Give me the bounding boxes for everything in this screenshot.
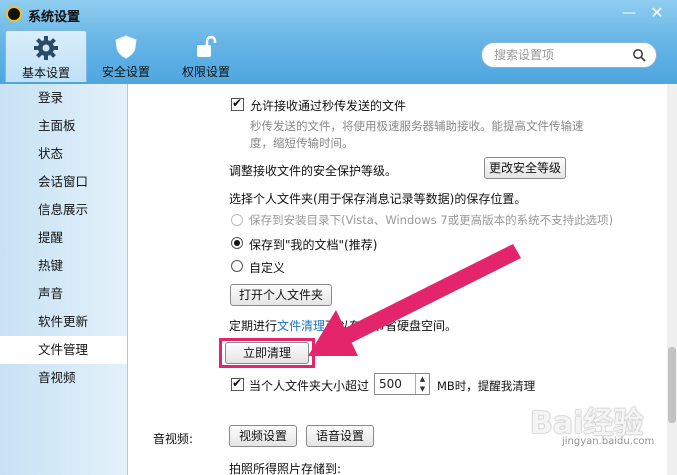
sidebar-item-status[interactable]: 状态 [0, 140, 127, 168]
header: 系统设置 — ✕ 基本设置 安全设置 权限设置 [0, 0, 677, 84]
stepper-down-icon[interactable]: ▼ [416, 384, 429, 394]
folder-location-label: 选择个人文件夹(用于保存消息记录等数据)的保存位置。 [229, 192, 527, 206]
file-cleanup-link[interactable]: 文件清理 [277, 319, 325, 333]
sidebar-item-audio-video[interactable]: 音视频 [0, 364, 127, 392]
stepper-buttons: ▲ ▼ [415, 374, 429, 394]
qq-penguin-icon [6, 6, 22, 22]
size-limit-suffix: MB时，提醒我清理 [437, 379, 536, 393]
cleanup-hint: 定期进行文件清理可以有效节省硬盘空间。 [229, 317, 457, 334]
radio-install-directory[interactable] [231, 214, 243, 226]
sidebar-item-software-update[interactable]: 软件更新 [0, 308, 127, 336]
tab-label: 基本设置 [21, 66, 70, 80]
tab-basic-settings[interactable]: 基本设置 [5, 30, 87, 82]
scrollbar-thumb[interactable] [668, 347, 676, 423]
tab-permission-settings[interactable]: 权限设置 [166, 30, 246, 82]
sidebar: 登录 主面板 状态 会话窗口 信息展示 提醒 热键 声音 软件更新 文件管理 音… [0, 84, 128, 475]
change-security-level-button[interactable]: 更改安全等级 [484, 157, 566, 179]
video-settings-button[interactable]: 视频设置 [229, 425, 297, 447]
size-limit-label: 当个人文件夹大小超过 [249, 379, 370, 393]
watermark-subtext: jingyan.baidu.com [562, 436, 655, 447]
minimize-icon[interactable]: — [618, 4, 640, 22]
sidebar-item-main-panel[interactable]: 主面板 [0, 112, 127, 140]
size-limit-checkbox[interactable] [231, 376, 244, 391]
title-bar: 系统设置 — ✕ [0, 0, 677, 28]
radio-install-directory-label: 保存到安装目录下(Vista、Windows 7或更高版本的系统不支持此选项) [249, 213, 614, 227]
security-level-label: 调整接收文件的安全保护等级。 [229, 164, 398, 178]
shield-icon [115, 35, 137, 59]
radio-my-documents-label: 保存到"我的文档"(推荐) [249, 238, 378, 252]
sidebar-item-info-display[interactable]: 信息展示 [0, 196, 127, 224]
tab-label: 安全设置 [101, 65, 150, 79]
sidebar-item-reminder[interactable]: 提醒 [0, 224, 127, 252]
radio-custom-label: 自定义 [249, 261, 286, 275]
sidebar-item-sound[interactable]: 声音 [0, 280, 127, 308]
allow-flash-transfer-label: 允许接收通过秒传发送的文件 [250, 99, 407, 113]
cleanup-suffix: 可以有效节省硬盘空间。 [325, 319, 458, 333]
size-limit-value[interactable]: 500 [379, 377, 402, 391]
flash-transfer-description-line1: 秒传发送的文件，将使用极速服务器辅助接收。能提高文件传输速 [250, 119, 584, 133]
cleanup-prefix: 定期进行 [229, 319, 278, 333]
size-limit-stepper[interactable]: 500 ▲ ▼ [374, 373, 430, 395]
sidebar-item-chat-window[interactable]: 会话窗口 [0, 168, 127, 196]
close-icon[interactable]: ✕ [646, 4, 668, 22]
allow-flash-transfer-checkbox[interactable] [231, 96, 244, 111]
search-icon[interactable] [632, 48, 646, 62]
sidebar-item-hotkeys[interactable]: 热键 [0, 252, 127, 280]
radio-custom[interactable] [231, 260, 243, 272]
window-title: 系统设置 [28, 10, 81, 25]
unlock-icon [197, 35, 217, 57]
tab-security-settings[interactable]: 安全设置 [86, 30, 166, 82]
clean-now-button[interactable]: 立即清理 [225, 342, 309, 364]
search-box[interactable] [481, 42, 657, 68]
search-input[interactable] [494, 47, 624, 63]
voice-settings-button[interactable]: 语音设置 [306, 425, 374, 447]
radio-my-documents[interactable] [231, 237, 243, 249]
baidu-jingyan-watermark: Bai经验 jingyan.baidu.com [530, 398, 654, 447]
open-personal-folder-button[interactable]: 打开个人文件夹 [230, 284, 332, 306]
sidebar-item-login[interactable]: 登录 [0, 84, 127, 112]
gear-icon [34, 36, 58, 60]
stepper-up-icon[interactable]: ▲ [416, 374, 429, 384]
av-section-label: 音视频: [153, 432, 194, 446]
content-scrollbar[interactable] [667, 84, 677, 475]
sidebar-item-file-management[interactable]: 文件管理 [0, 336, 127, 364]
tab-label: 权限设置 [181, 65, 230, 79]
photo-save-label: 拍照所得照片存储到: [229, 462, 342, 475]
flash-transfer-description-line2: 度，缩短传输时间。 [250, 136, 354, 150]
